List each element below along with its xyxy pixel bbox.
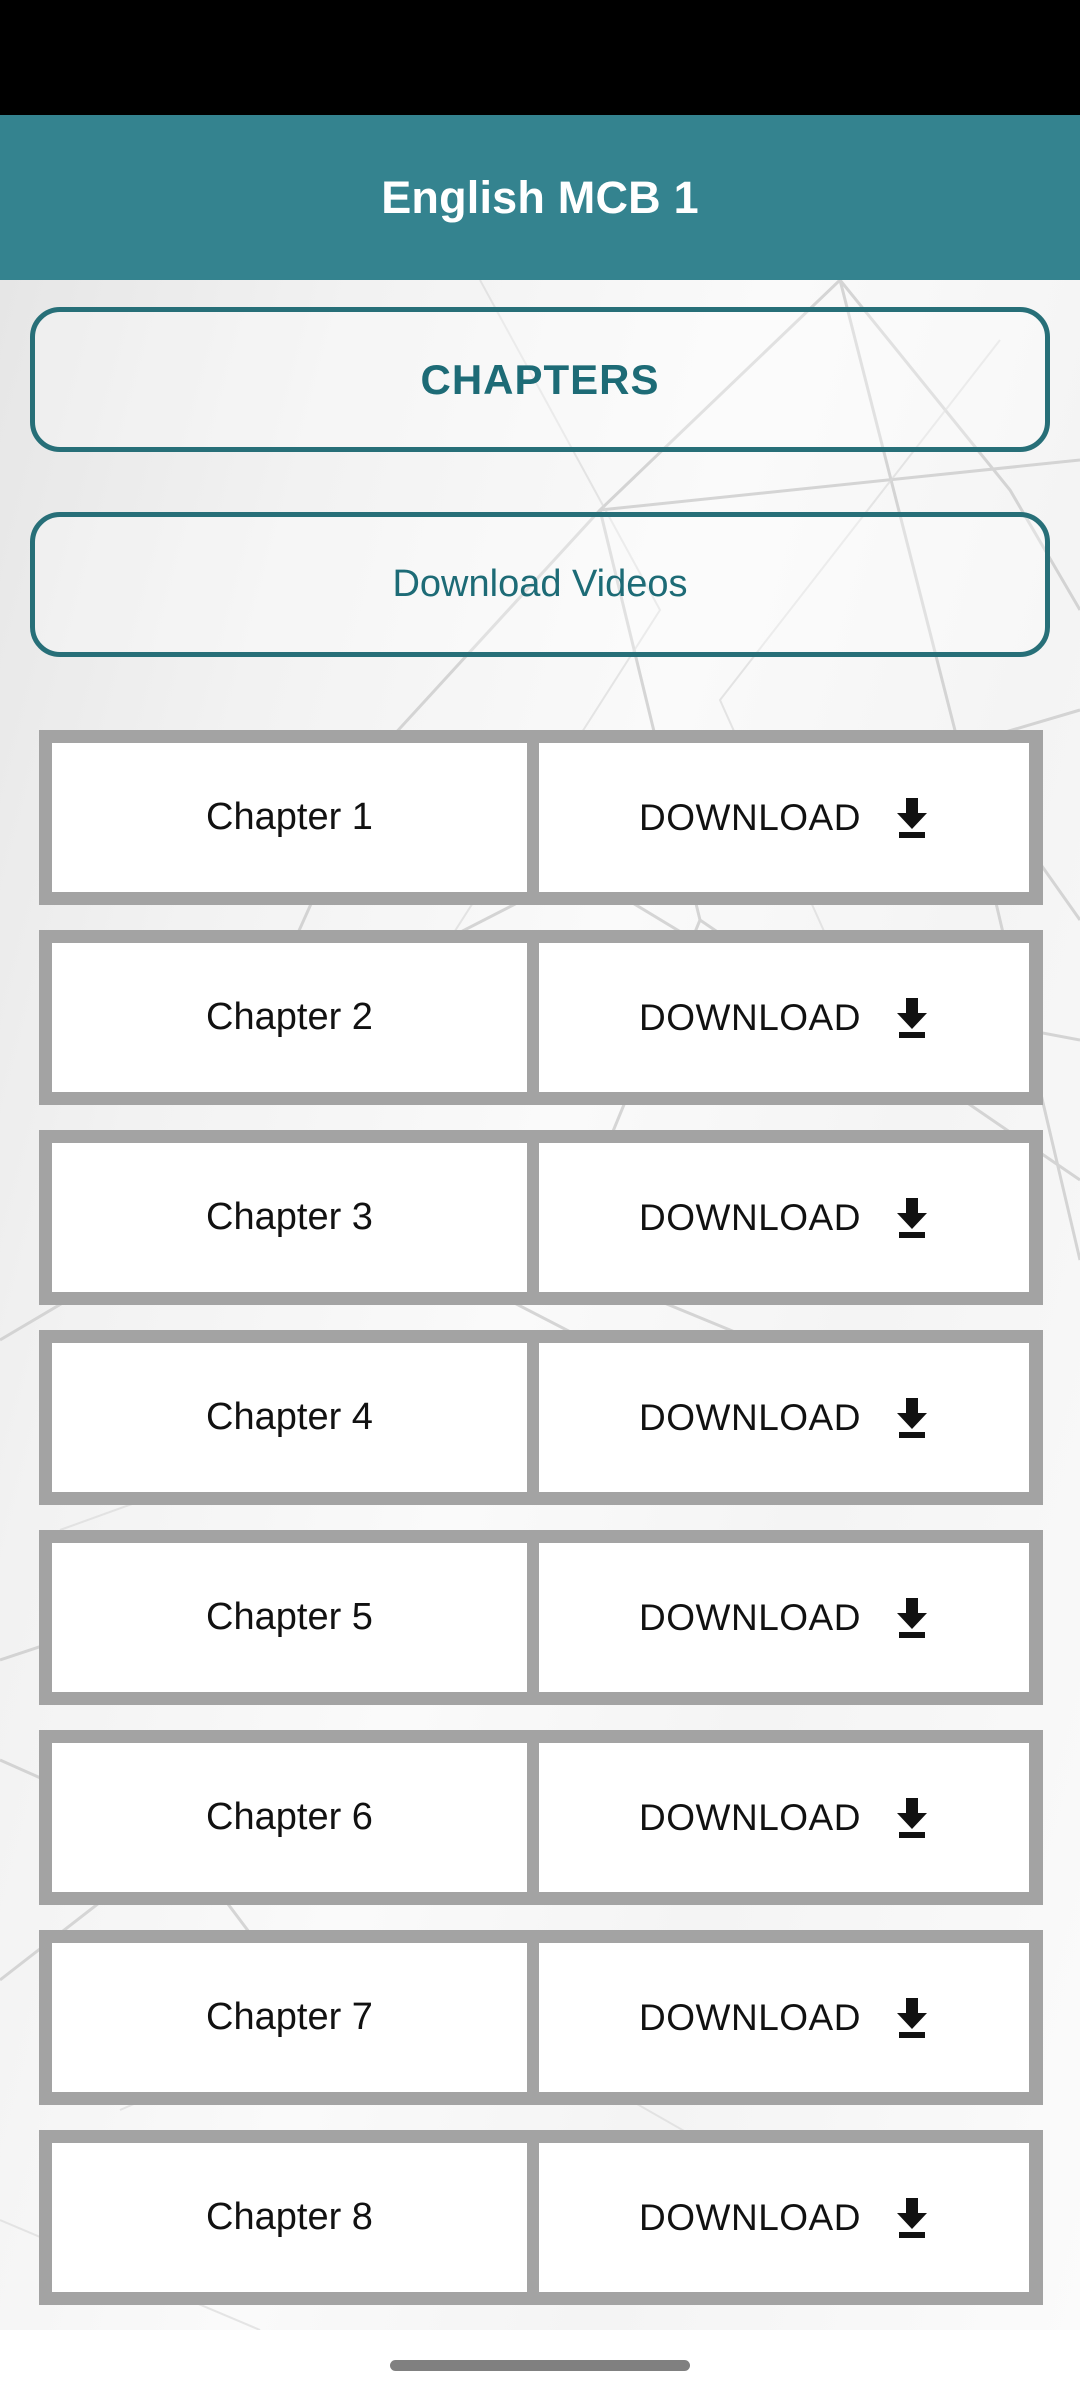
download-arrow-icon (896, 1797, 927, 1838)
table-row: Chapter 4 DOWNLOAD (39, 1330, 1043, 1505)
chapters-button[interactable]: CHAPTERS (30, 307, 1050, 452)
chapter-name-cell[interactable]: Chapter 2 (52, 943, 527, 1092)
table-row: Chapter 1 DOWNLOAD (39, 730, 1043, 905)
table-row: Chapter 2 DOWNLOAD (39, 930, 1043, 1105)
download-arrow-icon (896, 797, 927, 838)
chapter-name-label: Chapter 2 (206, 996, 373, 1038)
download-button-label: DOWNLOAD (639, 1396, 861, 1438)
download-button[interactable]: DOWNLOAD (539, 1943, 1029, 2092)
chapter-name-cell[interactable]: Chapter 5 (52, 1543, 527, 1692)
download-arrow-icon (896, 1597, 927, 1638)
download-videos-button[interactable]: Download Videos (30, 512, 1050, 657)
download-button[interactable]: DOWNLOAD (539, 1743, 1029, 1892)
download-button-label: DOWNLOAD (639, 1796, 861, 1838)
download-arrow-icon (896, 1397, 927, 1438)
download-button[interactable]: DOWNLOAD (539, 1143, 1029, 1292)
chapter-name-label: Chapter 5 (206, 1596, 373, 1638)
chapter-list: Chapter 1 DOWNLOAD Chapter 2 DOWNLOAD Chapte… (0, 730, 1080, 2330)
status-bar (0, 0, 1080, 115)
chapter-name-cell[interactable]: Chapter 3 (52, 1143, 527, 1292)
chapter-name-cell[interactable]: Chapter 8 (52, 2143, 527, 2292)
download-button-label: DOWNLOAD (639, 1596, 861, 1638)
app-header: English MCB 1 (0, 115, 1080, 280)
table-row: Chapter 6 DOWNLOAD (39, 1730, 1043, 1905)
chapter-name-label: Chapter 6 (206, 1796, 373, 1838)
table-row: Chapter 8 DOWNLOAD (39, 2130, 1043, 2305)
chapter-name-label: Chapter 1 (206, 796, 373, 838)
download-arrow-icon (896, 1997, 927, 2038)
chapter-name-label: Chapter 8 (206, 2196, 373, 2238)
download-button[interactable]: DOWNLOAD (539, 1543, 1029, 1692)
scroll-content: CHAPTERS Download Videos Chapter 1 DOWNLO… (0, 280, 1080, 2330)
chapter-name-cell[interactable]: Chapter 6 (52, 1743, 527, 1892)
download-button-label: DOWNLOAD (639, 1196, 861, 1238)
download-button-label: DOWNLOAD (639, 796, 861, 838)
chapter-name-cell[interactable]: Chapter 7 (52, 1943, 527, 2092)
chapter-name-label: Chapter 4 (206, 1396, 373, 1438)
download-arrow-icon (896, 2197, 927, 2238)
chapter-name-cell[interactable]: Chapter 1 (52, 743, 527, 892)
table-row: Chapter 3 DOWNLOAD (39, 1130, 1043, 1305)
chapters-button-label: CHAPTERS (420, 355, 660, 403)
download-button-label: DOWNLOAD (639, 1996, 861, 2038)
table-row: Chapter 7 DOWNLOAD (39, 1930, 1043, 2105)
home-indicator[interactable] (390, 2359, 690, 2371)
download-button-label: DOWNLOAD (639, 996, 861, 1038)
page-title: English MCB 1 (381, 171, 699, 223)
download-arrow-icon (896, 997, 927, 1038)
chapter-name-label: Chapter 7 (206, 1996, 373, 2038)
chapter-name-label: Chapter 3 (206, 1196, 373, 1238)
download-button-label: DOWNLOAD (639, 2196, 861, 2238)
download-button[interactable]: DOWNLOAD (539, 2143, 1029, 2292)
download-arrow-icon (896, 1197, 927, 1238)
download-videos-button-label: Download Videos (392, 563, 688, 605)
download-button[interactable]: DOWNLOAD (539, 1343, 1029, 1492)
table-row: Chapter 5 DOWNLOAD (39, 1530, 1043, 1705)
system-nav-bar (0, 2330, 1080, 2400)
download-button[interactable]: DOWNLOAD (539, 943, 1029, 1092)
chapter-name-cell[interactable]: Chapter 4 (52, 1343, 527, 1492)
download-button[interactable]: DOWNLOAD (539, 743, 1029, 892)
